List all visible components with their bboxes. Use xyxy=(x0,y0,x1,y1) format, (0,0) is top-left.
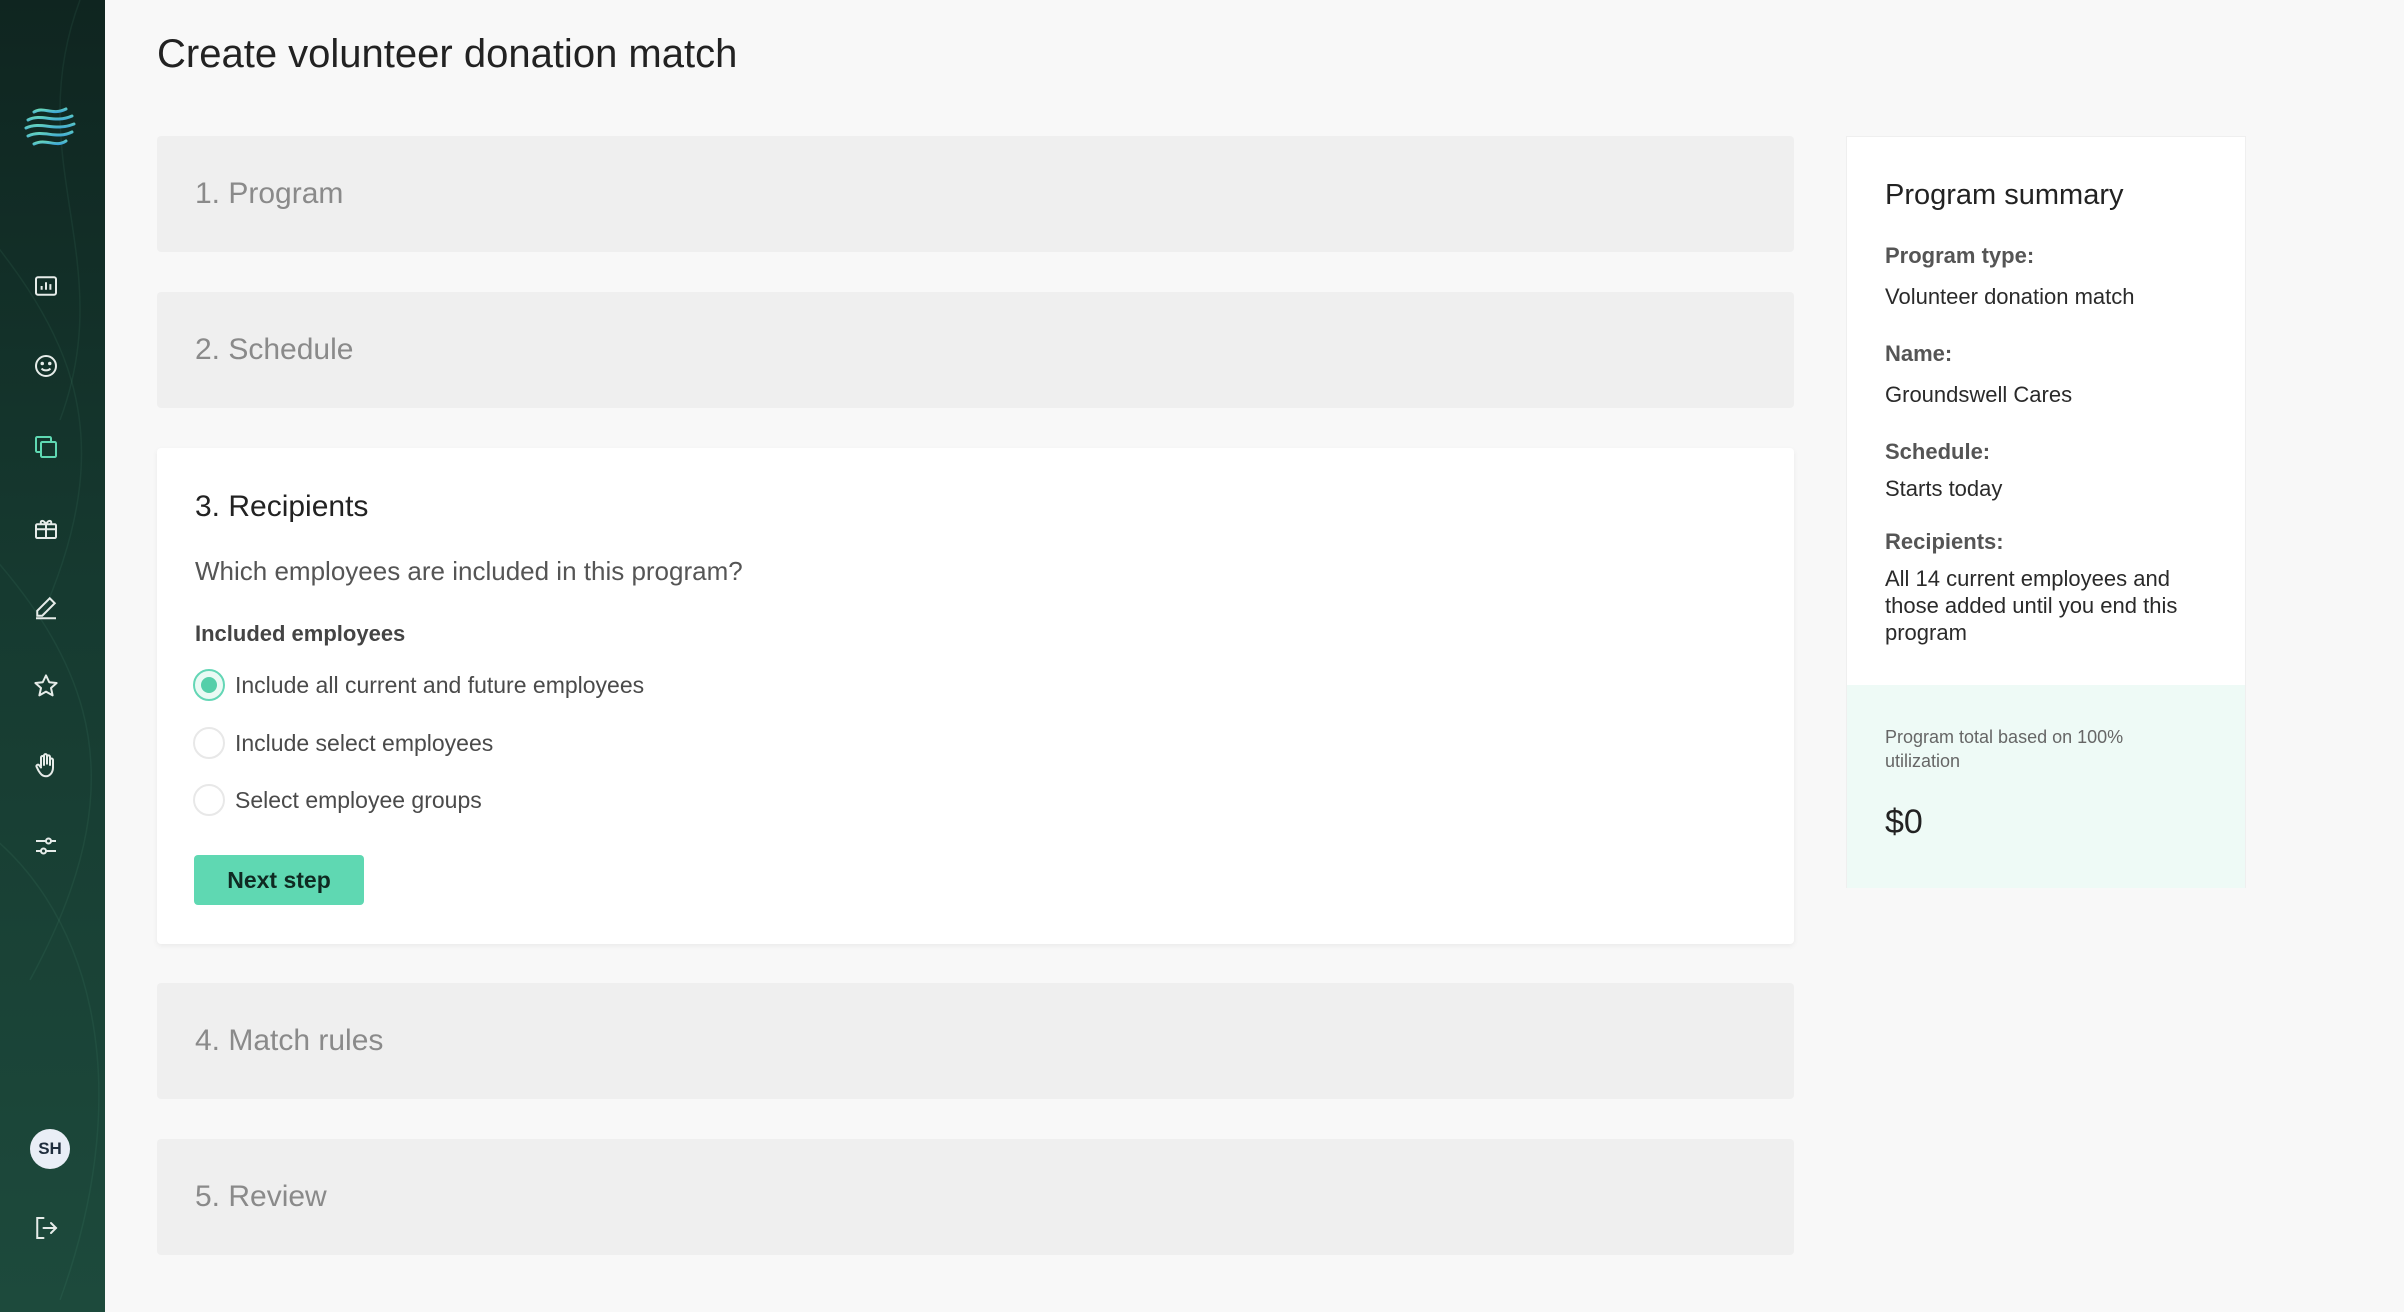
next-step-button[interactable]: Next step xyxy=(194,855,364,905)
step-review[interactable]: 5. Review xyxy=(157,1139,1794,1255)
option-select-employees[interactable]: Include select employees xyxy=(193,727,493,759)
step-title: 3. Recipients xyxy=(195,490,369,523)
nav-recognition[interactable] xyxy=(26,666,66,706)
nav-rewards[interactable] xyxy=(26,508,66,548)
wave-logo[interactable] xyxy=(22,100,78,156)
option-employee-groups[interactable]: Select employee groups xyxy=(193,784,482,816)
radio-button-checked[interactable] xyxy=(193,669,225,701)
sliders-icon xyxy=(36,837,56,855)
schedule-value: Starts today xyxy=(1885,476,2003,501)
avatar[interactable]: SH xyxy=(30,1129,70,1169)
copy-icon xyxy=(35,436,57,458)
step-title: 4. Match rules xyxy=(195,1024,384,1057)
nav-settings[interactable] xyxy=(26,826,66,866)
option-label: Include all current and future employees xyxy=(235,671,645,698)
option-label: Include select employees xyxy=(235,729,494,756)
logout-icon xyxy=(36,1217,58,1239)
program-type-label: Program type: xyxy=(1885,243,2035,268)
nav-edit[interactable] xyxy=(26,587,66,627)
gift-icon xyxy=(35,519,57,539)
program-summary-panel: Program summary Program type: Volunteer … xyxy=(1846,136,2246,888)
nav-analytics[interactable] xyxy=(26,266,66,306)
sidebar-background-pattern xyxy=(0,0,100,1301)
pencil-icon xyxy=(36,596,57,620)
program-type-value: Volunteer donation match xyxy=(1885,284,2135,309)
nav-programs[interactable] xyxy=(26,427,66,467)
nav-volunteer[interactable] xyxy=(26,745,66,785)
option-all-employees[interactable]: Include all current and future employees xyxy=(193,669,644,701)
option-label: Select employee groups xyxy=(235,786,482,813)
program-total-amount: $0 xyxy=(1885,803,1923,841)
step-program[interactable]: 1. Program xyxy=(157,136,1794,252)
recipients-label: Recipients: xyxy=(1885,529,2004,554)
page-title: Create volunteer donation match xyxy=(157,32,738,76)
step-title: 5. Review xyxy=(195,1180,327,1213)
step-title: 1. Program xyxy=(195,177,344,210)
sidebar: SH xyxy=(0,0,105,1312)
program-total-note: Program total based on 100% utilization xyxy=(1885,727,2124,771)
schedule-label: Schedule: xyxy=(1885,439,1991,464)
recipients-value: All 14 current employees and those added… xyxy=(1885,566,2178,645)
step-schedule[interactable]: 2. Schedule xyxy=(157,292,1794,408)
radio-button[interactable] xyxy=(193,784,225,816)
star-icon xyxy=(34,674,58,697)
summary-title: Program summary xyxy=(1885,179,2124,211)
hand-icon xyxy=(35,753,54,778)
program-total-section: Program total based on 100% utilization … xyxy=(1847,685,2245,888)
included-employees-label: Included employees xyxy=(195,621,406,646)
smiley-icon xyxy=(35,355,57,377)
step-match-rules[interactable]: 4. Match rules xyxy=(157,983,1794,1099)
name-value: Groundswell Cares xyxy=(1885,382,2073,407)
step-title: 2. Schedule xyxy=(195,333,354,366)
step-recipients: 3. Recipients Which employees are includ… xyxy=(157,448,1794,944)
step-question: Which employees are included in this pro… xyxy=(195,556,743,586)
nav-engagement[interactable] xyxy=(26,346,66,386)
bar-chart-icon xyxy=(35,276,57,296)
radio-button[interactable] xyxy=(193,727,225,759)
logout-button[interactable] xyxy=(26,1208,66,1248)
name-label: Name: xyxy=(1885,341,1953,366)
